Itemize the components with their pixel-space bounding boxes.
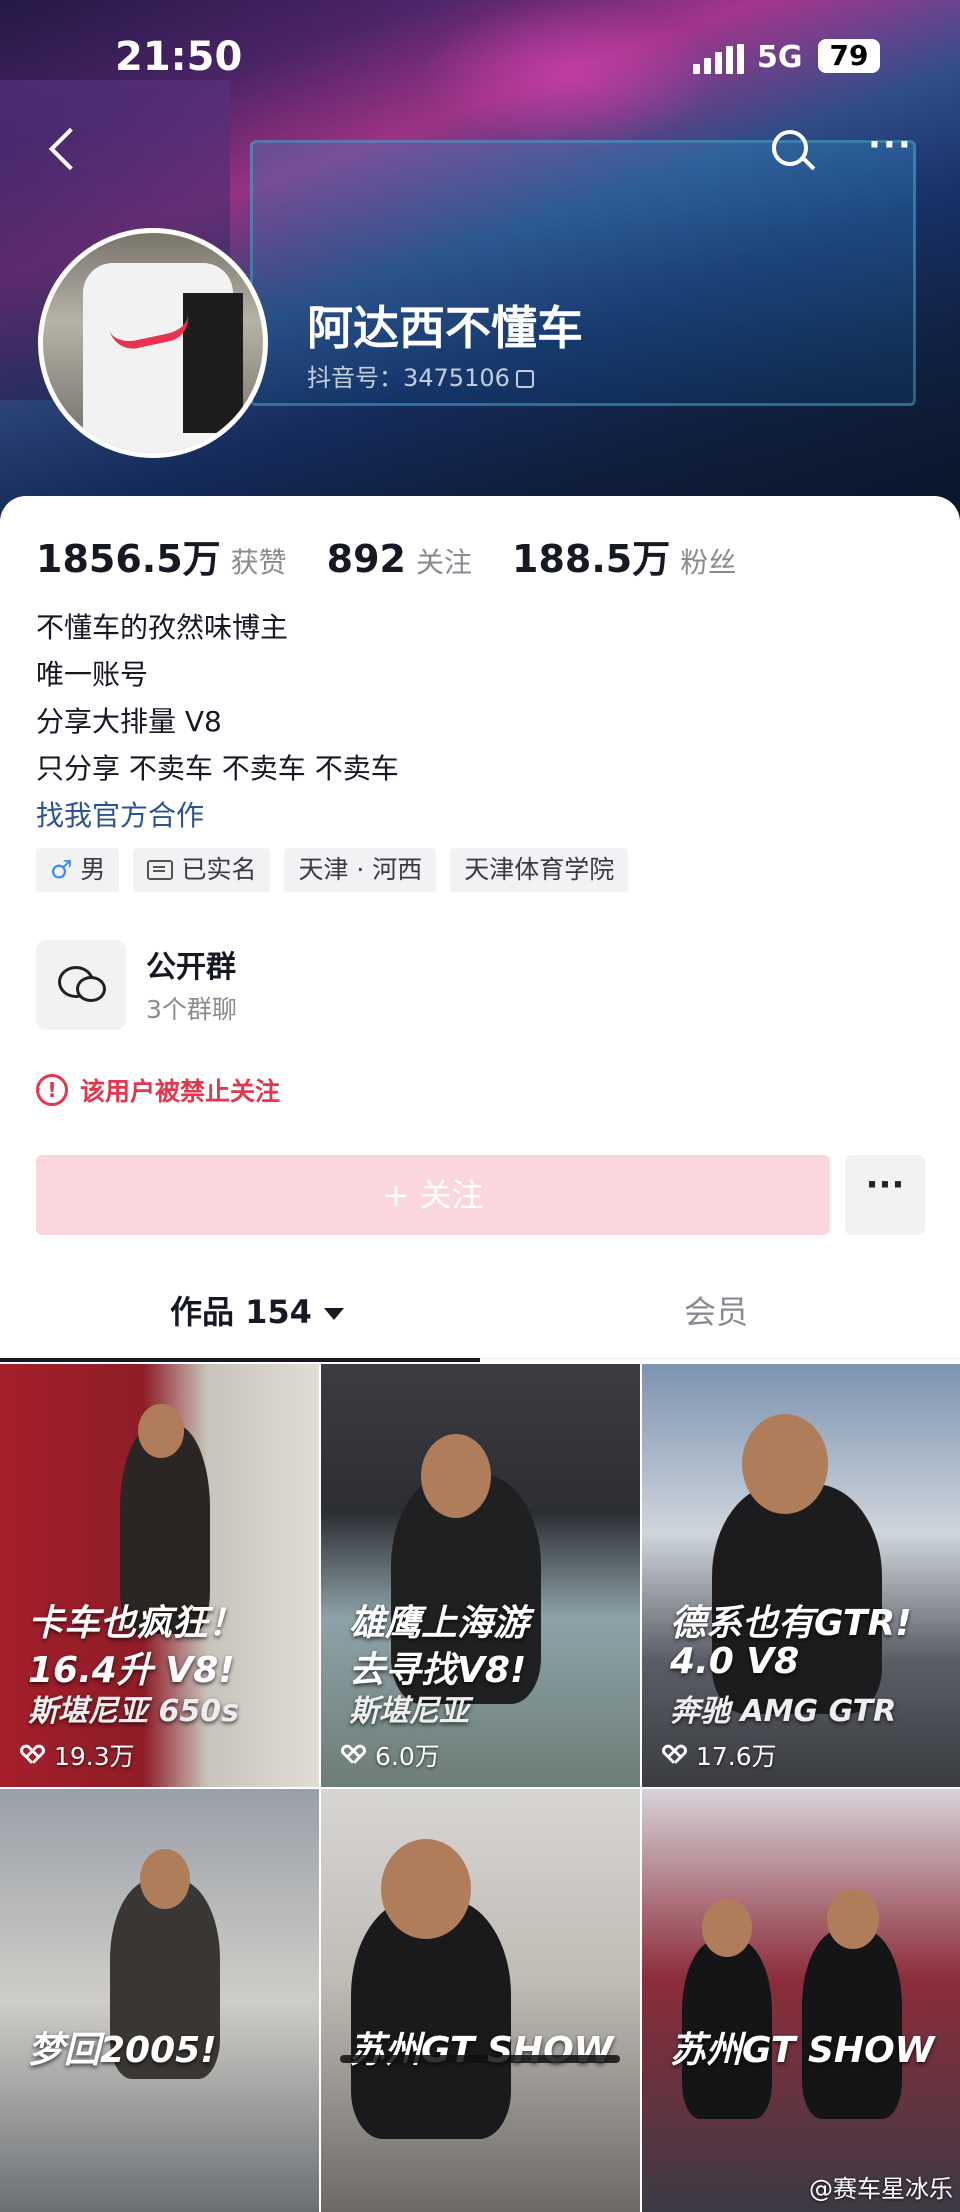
group-title: 公开群 xyxy=(146,950,236,985)
tab-label: 作品 154 xyxy=(170,1293,312,1331)
tab-works[interactable]: 作品 154 xyxy=(170,1266,344,1358)
video-caption: 德系也有GTR! xyxy=(670,1603,912,1644)
video-caption: 卡车也疯狂！ xyxy=(28,1603,245,1644)
watermark: @赛车星冰乐 xyxy=(809,2175,953,2203)
video-caption: 苏州GT SHOW xyxy=(349,2030,614,2071)
status-time: 21:50 xyxy=(115,34,243,80)
video-caption: 梦回2005! xyxy=(28,2030,217,2071)
heart-icon xyxy=(22,1745,44,1765)
bio-line: 唯一账号 xyxy=(36,658,149,691)
video-tile[interactable]: 梦回2005! xyxy=(0,1789,319,2212)
profile-name: 阿达西不懂车 xyxy=(307,301,583,355)
public-group[interactable]: 公开群 3个群聊 xyxy=(36,940,636,1030)
stat-likes[interactable]: 1856.5万 获赞 xyxy=(36,528,287,583)
stat-num: 188.5万 xyxy=(512,537,671,581)
network-type: 5G xyxy=(757,40,803,75)
back-icon[interactable] xyxy=(48,127,92,171)
profile-card: 1856.5万 获赞 892 关注 188.5万 粉丝 不懂车的孜然味博主 唯一账号 … xyxy=(0,496,960,2212)
avatar-sleeve xyxy=(183,293,243,433)
stat-followers[interactable]: 188.5万 粉丝 xyxy=(512,528,736,583)
heart-icon xyxy=(664,1745,686,1765)
stats-row: 1856.5万 获赞 892 关注 188.5万 粉丝 xyxy=(36,528,776,583)
stat-label: 获赞 xyxy=(230,546,287,579)
stat-following[interactable]: 892 关注 xyxy=(327,537,472,581)
stat-num: 892 xyxy=(326,537,406,581)
video-caption: 苏州GT SHOW xyxy=(670,2030,935,2071)
signal-icon xyxy=(693,44,748,74)
thumbnail-face xyxy=(138,1404,184,1458)
warning-icon: ! xyxy=(36,1074,68,1106)
douyin-id[interactable]: 抖音号：3475106 xyxy=(307,358,534,393)
more-icon[interactable]: ··· xyxy=(868,128,913,162)
more-options-button[interactable]: ··· xyxy=(845,1155,925,1235)
video-tile[interactable]: 德系也有GTR! 4.0 V8 奔驰 AMG GTR 17.6万 xyxy=(642,1364,960,1787)
stat-label: 粉丝 xyxy=(680,546,737,579)
tag-text: 男 xyxy=(80,855,106,884)
douyin-id-text: 抖音号：3475106 xyxy=(307,364,510,392)
tag-text: 天津 · 河西 xyxy=(298,855,423,884)
follow-button[interactable]: + 关注 xyxy=(36,1155,830,1235)
male-icon: ♂ xyxy=(50,855,73,884)
video-caption: 斯堪尼亚 650s xyxy=(28,1694,239,1729)
thumbnail-face xyxy=(140,1849,190,1909)
likes-count: 6.0万 xyxy=(375,1742,440,1771)
battery-icon: 79 xyxy=(818,39,880,73)
video-tile[interactable]: 卡车也疯狂！ 16.4升 V8! 斯堪尼亚 650s 19.3万 xyxy=(0,1364,319,1787)
tab-indicator xyxy=(0,1358,480,1362)
ban-notice: ! 该用户被禁止关注 xyxy=(36,1072,280,1108)
video-caption: 雄鹰上海游 xyxy=(349,1603,530,1644)
bio-line: 只分享 不卖车 不卖车 不卖车 xyxy=(36,752,399,785)
heart-icon xyxy=(343,1745,365,1765)
video-caption: 斯堪尼亚 xyxy=(349,1694,469,1729)
thumbnail-face xyxy=(381,1839,471,1939)
group-chat-icon xyxy=(36,940,126,1030)
tag-school: 天津体育学院 xyxy=(450,848,629,892)
thumbnail-face xyxy=(702,1899,752,1957)
ban-text: 该用户被禁止关注 xyxy=(80,1077,281,1106)
video-caption: 4.0 V8 xyxy=(670,1641,800,1682)
id-card-icon xyxy=(147,860,174,880)
tag-gender: ♂ 男 xyxy=(36,848,120,892)
video-likes: 17.6万 xyxy=(664,1737,777,1773)
bio: 不懂车的孜然味博主 唯一账号 分享大排量 V8 只分享 不卖车 不卖车 不卖车 … xyxy=(36,604,399,839)
likes-count: 17.6万 xyxy=(696,1742,777,1771)
content-tabs: 作品 154 会员 xyxy=(0,1266,960,1359)
home-indicator xyxy=(340,2055,620,2063)
stat-label: 关注 xyxy=(415,546,472,579)
tab-member[interactable]: 会员 xyxy=(684,1266,748,1358)
thumbnail-face xyxy=(742,1414,828,1514)
group-subtitle: 3个群聊 xyxy=(146,995,237,1024)
thumbnail-face xyxy=(421,1434,491,1518)
top-nav: ··· xyxy=(0,120,960,190)
video-likes: 19.3万 xyxy=(22,1737,135,1773)
tag-text: 天津体育学院 xyxy=(464,855,615,884)
search-icon[interactable] xyxy=(772,130,808,166)
tag-verified: 已实名 xyxy=(133,848,271,892)
thumbnail-face xyxy=(827,1889,879,1949)
status-bar: 21:50 5G 79 xyxy=(0,28,960,88)
video-tile[interactable]: 苏州GT SHOW xyxy=(321,1789,640,2212)
tag-text: 已实名 xyxy=(181,855,257,884)
video-likes: 6.0万 xyxy=(343,1737,440,1773)
cooperation-link[interactable]: 找我官方合作 xyxy=(36,792,399,839)
bio-line: 不懂车的孜然味博主 xyxy=(36,611,289,644)
video-caption: 奔驰 AMG GTR xyxy=(670,1694,897,1729)
avatar[interactable] xyxy=(38,228,268,458)
tag-location: 天津 · 河西 xyxy=(284,848,437,892)
stat-num: 1856.5万 xyxy=(36,537,221,581)
bio-line: 分享大排量 V8 xyxy=(36,705,222,738)
video-tile[interactable]: 苏州GT SHOW @赛车星冰乐 xyxy=(642,1789,960,2212)
copy-icon[interactable] xyxy=(515,370,534,388)
tags-row: ♂ 男 已实名 天津 · 河西 天津体育学院 xyxy=(36,848,629,892)
likes-count: 19.3万 xyxy=(54,1742,135,1771)
video-tile[interactable]: 雄鹰上海游 去寻找V8! 斯堪尼亚 6.0万 xyxy=(321,1364,640,1787)
caret-down-icon xyxy=(323,1308,344,1320)
